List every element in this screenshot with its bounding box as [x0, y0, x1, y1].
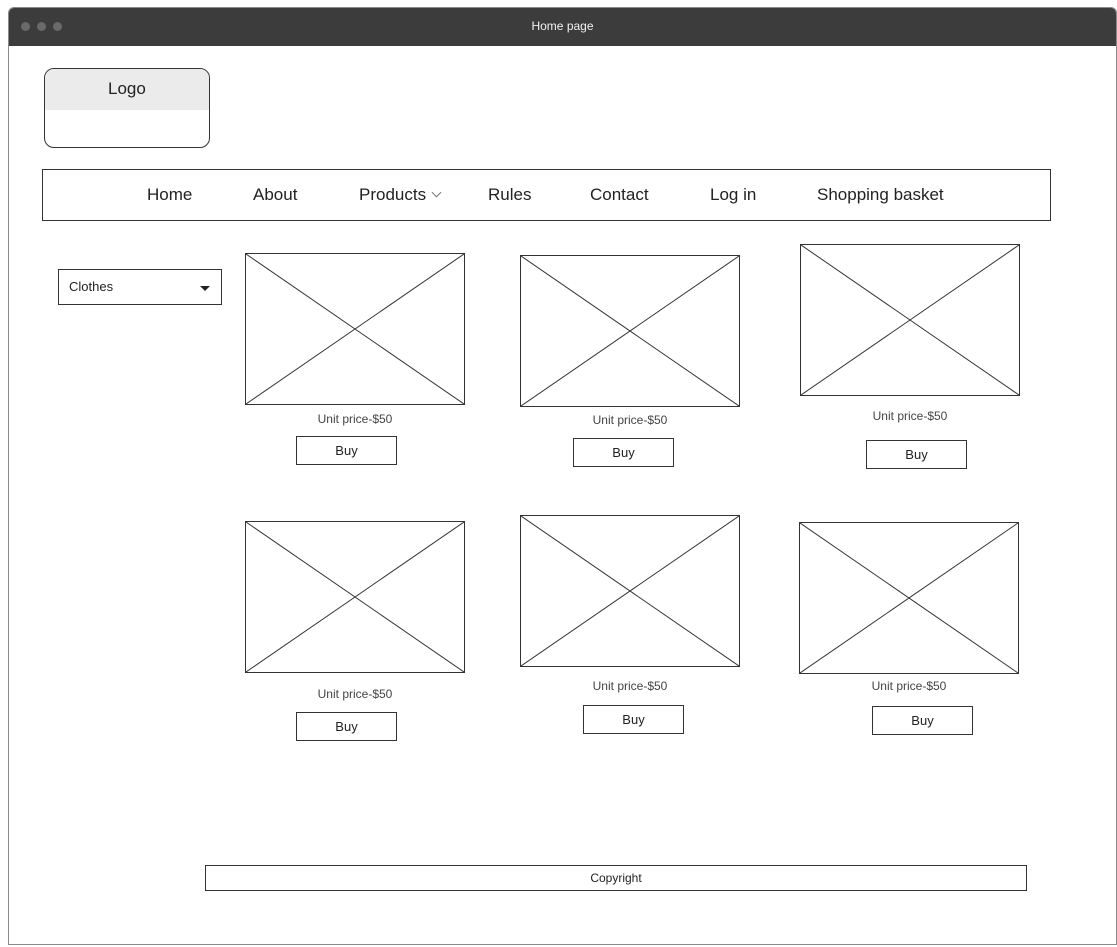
buy-button[interactable]: Buy	[583, 705, 684, 734]
image-placeholder-icon[interactable]	[520, 255, 740, 407]
product-card: Unit price-$50 Buy	[245, 521, 465, 741]
image-placeholder-cross	[521, 256, 739, 406]
buy-button[interactable]: Buy	[296, 436, 397, 465]
product-card: Unit price-$50 Buy	[520, 515, 740, 734]
nav-item-shopping-basket[interactable]: Shopping basket	[817, 185, 944, 205]
buy-button[interactable]: Buy	[866, 440, 967, 469]
product-card: Unit price-$50 Buy	[520, 255, 740, 467]
footer-copyright: Copyright	[205, 865, 1027, 891]
unit-price: Unit price-$50	[872, 409, 948, 423]
browser-window: Home page Logo Home About Products Rules…	[8, 7, 1117, 945]
window-title: Home page	[531, 19, 594, 33]
caret-down-icon	[200, 286, 210, 291]
logo-label: Logo	[45, 69, 209, 110]
nav-item-home[interactable]: Home	[147, 185, 192, 205]
nav-item-contact[interactable]: Contact	[590, 185, 649, 205]
image-placeholder-cross	[800, 523, 1018, 673]
buy-button[interactable]: Buy	[872, 706, 973, 735]
image-placeholder-icon[interactable]	[245, 521, 465, 673]
image-placeholder-cross	[521, 516, 739, 666]
unit-price: Unit price-$50	[592, 679, 668, 693]
unit-price: Unit price-$50	[592, 413, 668, 427]
image-placeholder-cross	[246, 522, 464, 672]
main-nav: Home About Products Rules Contact Log in…	[42, 169, 1051, 221]
buy-button[interactable]: Buy	[573, 438, 674, 467]
nav-item-about[interactable]: About	[253, 185, 297, 205]
logo[interactable]: Logo	[44, 68, 210, 148]
nav-item-products[interactable]: Products	[359, 185, 442, 205]
image-placeholder-icon[interactable]	[799, 522, 1019, 674]
nav-item-log-in[interactable]: Log in	[710, 185, 756, 205]
buy-button[interactable]: Buy	[296, 712, 397, 741]
product-card: Unit price-$50 Buy	[799, 522, 1019, 735]
product-card: Unit price-$50 Buy	[800, 244, 1020, 469]
image-placeholder-icon[interactable]	[520, 515, 740, 667]
unit-price: Unit price-$50	[317, 687, 393, 701]
nav-item-products-label: Products	[359, 185, 427, 204]
unit-price: Unit price-$50	[871, 679, 947, 693]
title-bar: Home page	[9, 8, 1116, 46]
image-placeholder-cross	[246, 254, 464, 404]
chevron-down-icon	[431, 187, 442, 198]
image-placeholder-cross	[801, 245, 1019, 395]
category-select[interactable]: Clothes	[58, 269, 222, 305]
image-placeholder-icon[interactable]	[245, 253, 465, 405]
category-select-value: Clothes	[69, 279, 114, 294]
nav-item-rules[interactable]: Rules	[488, 185, 531, 205]
unit-price: Unit price-$50	[317, 412, 393, 426]
image-placeholder-icon[interactable]	[800, 244, 1020, 396]
product-card: Unit price-$50 Buy	[245, 253, 465, 465]
